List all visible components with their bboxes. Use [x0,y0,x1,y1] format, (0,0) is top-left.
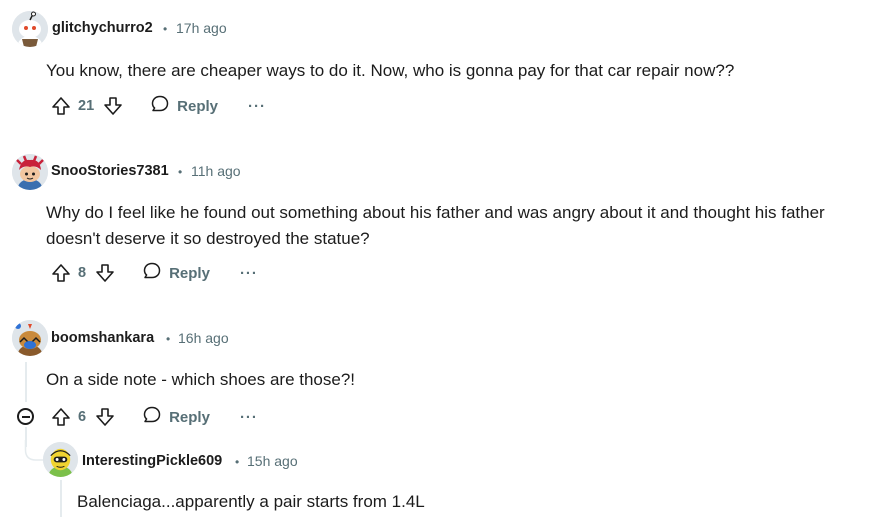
comment-username[interactable]: SnooStories7381 [51,163,169,179]
comment-body: You know, there are cheaper ways to do i… [46,61,735,80]
upvote-arrow-icon[interactable] [48,404,74,430]
reply-label: Reply [169,264,210,282]
comment-body: Balenciaga...apparently a pair starts fr… [77,492,425,511]
comment-actions: 21 Reply ··· [48,91,266,121]
meta-separator: • [178,165,183,179]
avatar-interestingpickle609[interactable] [43,442,78,477]
upvote-arrow-icon[interactable] [48,260,74,286]
reply-label: Reply [177,97,218,115]
comment-timestamp[interactable]: 15h ago [247,453,298,469]
comment-username[interactable]: InterestingPickle609 [82,453,222,469]
reply-button[interactable]: Reply [150,94,218,119]
comment-actions: 8 Reply ··· [48,258,258,288]
ellipsis-icon[interactable]: ··· [248,98,266,115]
avatar-glitchychurro2[interactable] [12,11,48,47]
reply-button[interactable]: Reply [142,405,210,430]
ellipsis-icon[interactable]: ··· [240,409,258,426]
reply-button[interactable]: Reply [142,261,210,286]
speech-bubble-icon [142,261,162,286]
comment-body: Why do I feel like he found out somethin… [46,203,825,248]
thread-line [25,362,27,402]
upvote-arrow-icon[interactable] [48,93,74,119]
meta-separator: • [166,332,171,346]
vote-count: 21 [78,98,95,114]
speech-bubble-icon [150,94,170,119]
comment-actions: 6 Reply ··· [48,402,258,432]
comment-timestamp[interactable]: 11h ago [191,163,241,179]
collapse-minus-icon[interactable] [17,408,34,425]
downvote-arrow-icon[interactable] [92,260,118,286]
comment-username[interactable]: glitchychurro2 [52,20,153,36]
comment-username[interactable]: boomshankara [51,330,154,346]
avatar-boomshankara[interactable] [12,320,48,356]
downvote-arrow-icon[interactable] [100,93,126,119]
ellipsis-icon[interactable]: ··· [240,265,258,282]
comment-timestamp[interactable]: 17h ago [176,20,227,36]
thread-line [60,480,62,517]
vote-count: 8 [78,265,87,281]
comment-body: On a side note - which shoes are those?! [46,370,356,389]
vote-count: 6 [78,409,87,425]
reply-label: Reply [169,408,210,426]
downvote-arrow-icon[interactable] [92,404,118,430]
meta-separator: • [163,22,168,36]
comment-timestamp[interactable]: 16h ago [178,330,229,346]
avatar-snoostories7381[interactable] [12,154,48,190]
meta-separator: • [235,455,240,469]
speech-bubble-icon [142,405,162,430]
